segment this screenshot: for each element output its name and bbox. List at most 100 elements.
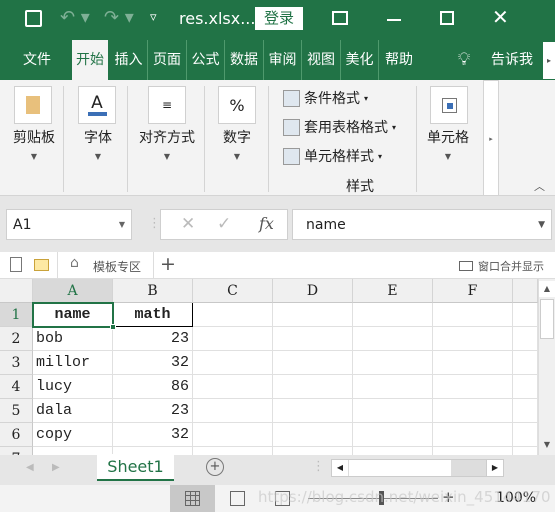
collapse-ribbon-icon[interactable]: ︿ <box>534 178 545 194</box>
customize-icon[interactable]: ▿ <box>150 10 157 25</box>
confirm-icon[interactable]: ✓ <box>217 214 231 234</box>
font-icon[interactable]: A <box>78 86 116 124</box>
scroll-up-icon[interactable]: ▲ <box>539 281 555 297</box>
cell[interactable]: bob <box>33 327 113 351</box>
lightbulb-icon[interactable]: 💡︎ <box>452 40 476 80</box>
row-header[interactable]: 2 <box>0 327 33 351</box>
tab-formulas[interactable]: 公式 <box>187 40 225 80</box>
column-header-d[interactable]: D <box>273 279 353 303</box>
cell[interactable]: 23 <box>113 327 193 351</box>
next-sheet-icon[interactable]: ▶ <box>52 462 60 473</box>
template-zone[interactable]: 模板专区 <box>93 258 141 275</box>
split-handle[interactable]: ⋮ <box>312 459 325 474</box>
cells-label[interactable]: 单元格 <box>418 127 478 147</box>
cell[interactable] <box>513 447 538 455</box>
cell[interactable] <box>513 423 538 447</box>
scroll-thumb[interactable] <box>540 299 554 339</box>
row-header[interactable]: 4 <box>0 375 33 399</box>
formula-input[interactable]: name ▼ <box>292 209 552 240</box>
cell[interactable]: dala <box>33 399 113 423</box>
align-icon[interactable]: ≡ <box>148 86 186 124</box>
cell[interactable] <box>273 399 353 423</box>
cell[interactable]: 23 <box>113 399 193 423</box>
select-all-corner[interactable] <box>0 279 33 303</box>
cell[interactable] <box>193 327 273 351</box>
column-header-e[interactable]: E <box>353 279 433 303</box>
spreadsheet-grid[interactable]: A B C D E F 1 name math 2 bob 23 3 millor 32 4 luc… <box>0 279 538 455</box>
cell[interactable]: 32 <box>113 423 193 447</box>
cells-icon[interactable] <box>430 86 468 124</box>
merge-window-button[interactable]: 窗口合并显示 <box>478 258 544 274</box>
alignment-caret-icon[interactable]: ▼ <box>134 152 200 161</box>
row-header[interactable]: 5 <box>0 399 33 423</box>
undo-icon[interactable]: ↶ ▾ <box>60 7 90 28</box>
cell[interactable] <box>353 303 433 327</box>
column-header-a[interactable]: A <box>33 279 113 303</box>
clipboard-icon[interactable] <box>14 86 52 124</box>
cell[interactable] <box>513 351 538 375</box>
new-file-icon[interactable] <box>10 257 22 272</box>
column-header-c[interactable]: C <box>193 279 273 303</box>
close-icon[interactable]: ✕ <box>492 5 509 29</box>
column-header-f[interactable]: F <box>433 279 513 303</box>
folder-icon[interactable] <box>34 259 49 271</box>
cell[interactable] <box>273 423 353 447</box>
h-scroll-thumb[interactable] <box>349 460 451 476</box>
cancel-icon[interactable]: ✕ <box>181 214 195 234</box>
conditional-format-button[interactable]: 条件格式 ▾ <box>283 88 368 108</box>
horizontal-scrollbar[interactable]: ◀ <box>331 459 504 477</box>
cell[interactable] <box>353 423 433 447</box>
table-format-button[interactable]: 套用表格格式 ▾ <box>283 117 396 137</box>
page-layout-icon[interactable] <box>230 491 245 506</box>
clipboard-caret-icon[interactable]: ▼ <box>4 152 64 161</box>
cell[interactable] <box>433 303 513 327</box>
scroll-tabs-right-icon[interactable]: ▸ <box>543 42 555 79</box>
tab-home[interactable]: 开始 <box>72 40 108 80</box>
tab-insert[interactable]: 插入 <box>110 40 148 80</box>
scroll-down-icon[interactable]: ▼ <box>539 437 555 453</box>
normal-view-button[interactable] <box>170 485 215 512</box>
cell[interactable]: name <box>33 303 113 327</box>
row-header[interactable]: 6 <box>0 423 33 447</box>
cell[interactable] <box>353 375 433 399</box>
vertical-scrollbar[interactable]: ▲ ▼ <box>538 279 555 455</box>
cell[interactable]: copy <box>33 423 113 447</box>
tell-me[interactable]: 告诉我 <box>484 40 540 80</box>
tab-data[interactable]: 数据 <box>225 40 264 80</box>
cell[interactable] <box>193 351 273 375</box>
ribbon-display-icon[interactable] <box>332 11 348 25</box>
cell[interactable] <box>433 423 513 447</box>
cell[interactable] <box>433 327 513 351</box>
cell[interactable]: 32 <box>113 351 193 375</box>
tab-view[interactable]: 视图 <box>302 40 341 80</box>
cell[interactable] <box>273 447 353 455</box>
scroll-right-icon[interactable]: ▶ <box>486 459 504 477</box>
tab-help[interactable]: 帮助 <box>379 40 419 80</box>
cell[interactable] <box>193 375 273 399</box>
save-icon[interactable] <box>25 10 42 27</box>
cell[interactable] <box>353 327 433 351</box>
maximize-icon[interactable] <box>440 11 454 25</box>
cell[interactable] <box>193 447 273 455</box>
tab-review[interactable]: 审阅 <box>264 40 302 80</box>
add-tab-button[interactable]: + <box>160 253 176 275</box>
tab-beautify[interactable]: 美化大 <box>341 40 379 80</box>
cell[interactable] <box>353 399 433 423</box>
cell[interactable] <box>193 303 273 327</box>
percent-icon[interactable]: % <box>218 86 256 124</box>
cell-style-button[interactable]: 单元格样式 ▾ <box>283 146 382 166</box>
row-header[interactable]: 1 <box>0 303 33 327</box>
cells-caret-icon[interactable]: ▼ <box>418 152 478 161</box>
name-box[interactable]: A1 ▼ <box>6 209 132 240</box>
home-icon[interactable]: ⌂ <box>70 255 79 271</box>
alignment-label[interactable]: 对齐方式 <box>134 127 200 147</box>
row-header[interactable]: 7 <box>0 447 33 455</box>
scroll-left-icon[interactable]: ◀ <box>332 460 348 476</box>
cell[interactable] <box>353 447 433 455</box>
font-caret-icon[interactable]: ▼ <box>68 152 128 161</box>
tab-page-layout[interactable]: 页面布 <box>148 40 187 80</box>
number-label[interactable]: 数字 <box>207 127 267 147</box>
cell[interactable] <box>513 399 538 423</box>
cell[interactable]: millor <box>33 351 113 375</box>
cell[interactable]: math <box>113 303 193 327</box>
